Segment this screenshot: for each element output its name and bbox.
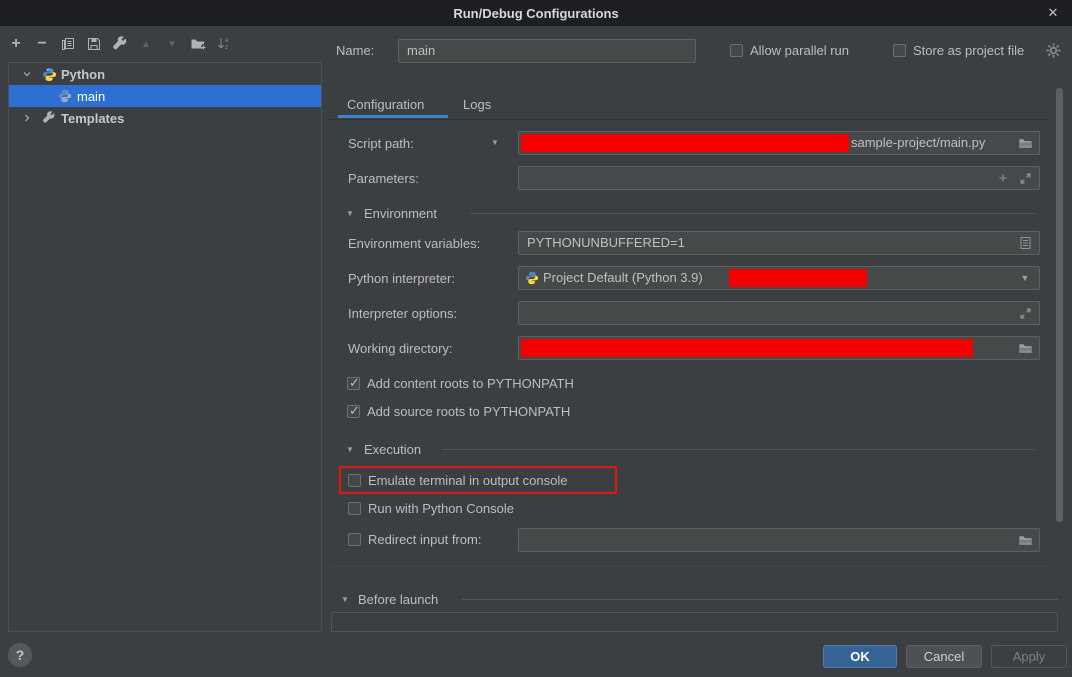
sort-configurations-icon[interactable]: az	[216, 36, 232, 52]
before-launch-task-list[interactable]	[331, 612, 1058, 632]
python-interpreter-select[interactable]: Project Default (Python 3.9) ▼	[518, 266, 1040, 290]
titlebar: Run/Debug Configurations ✕	[0, 0, 1072, 26]
add-content-roots-checkbox[interactable]: ✓	[347, 377, 360, 390]
emulate-terminal-label: Emulate terminal in output console	[368, 473, 567, 488]
name-input[interactable]: main	[398, 39, 696, 63]
redirect-input-checkbox[interactable]	[348, 533, 361, 546]
add-configuration-icon[interactable]: +	[8, 36, 24, 52]
python-interpreter-value: Project Default (Python 3.9)	[543, 270, 703, 285]
before-launch-collapse-icon[interactable]: ▼	[341, 595, 351, 605]
script-path-dropdown-icon[interactable]: ▼	[491, 138, 501, 148]
tree-item-templates[interactable]: Templates	[9, 107, 321, 129]
dialog-title: Run/Debug Configurations	[453, 6, 618, 21]
add-source-roots-checkbox[interactable]: ✓	[347, 405, 360, 418]
check-icon: ✓	[349, 403, 360, 419]
help-button[interactable]: ?	[8, 643, 32, 667]
environment-variables-input[interactable]: PYTHONUNBUFFERED=1	[518, 231, 1040, 255]
tabs-separator	[330, 119, 1048, 120]
run-debug-configurations-dialog: Run/Debug Configurations ✕ + − ▲ ▼ az	[0, 0, 1072, 677]
before-launch-section-line	[462, 599, 1058, 600]
add-macro-icon[interactable]: +	[995, 170, 1011, 186]
run-python-console-label: Run with Python Console	[368, 501, 514, 516]
check-icon: ✓	[349, 375, 360, 391]
before-launch-section-title: Before launch	[358, 592, 438, 607]
environment-section-title: Environment	[364, 206, 437, 221]
parameters-label: Parameters:	[348, 171, 419, 186]
chevron-down-icon[interactable]: ▼	[1017, 270, 1033, 286]
redaction-overlay	[729, 269, 867, 287]
python-icon	[525, 271, 539, 288]
redirect-input-file-input[interactable]	[518, 528, 1040, 552]
move-down-icon[interactable]: ▼	[164, 36, 180, 52]
python-interpreter-label: Python interpreter:	[348, 271, 455, 286]
interpreter-options-label: Interpreter options:	[348, 306, 457, 321]
cancel-button[interactable]: Cancel	[906, 645, 982, 668]
parameters-input[interactable]: +	[518, 166, 1040, 190]
add-source-roots-label: Add source roots to PYTHONPATH	[367, 404, 570, 419]
redaction-overlay	[521, 134, 849, 152]
environment-section-line	[470, 213, 1035, 214]
python-script-icon	[57, 88, 73, 104]
working-directory-input[interactable]	[518, 336, 1040, 360]
add-content-roots-label: Add content roots to PYTHONPATH	[367, 376, 574, 391]
tab-configuration[interactable]: Configuration	[347, 97, 424, 112]
python-icon	[41, 66, 57, 82]
chevron-right-icon[interactable]	[21, 112, 33, 124]
execution-section-line	[442, 449, 1035, 450]
tree-item-label: Templates	[61, 111, 124, 126]
save-configuration-icon[interactable]	[86, 36, 102, 52]
name-value: main	[407, 43, 435, 58]
name-label: Name:	[336, 43, 374, 58]
new-folder-icon[interactable]	[190, 36, 206, 52]
store-as-project-file-label: Store as project file	[913, 43, 1024, 58]
browse-folder-icon[interactable]	[1017, 340, 1033, 356]
interpreter-options-input[interactable]	[518, 301, 1040, 325]
remove-configuration-icon[interactable]: −	[34, 36, 50, 52]
move-up-icon[interactable]: ▲	[138, 36, 154, 52]
close-icon[interactable]: ✕	[1044, 4, 1062, 22]
emulate-terminal-checkbox[interactable]	[348, 474, 361, 487]
edit-templates-icon[interactable]	[112, 36, 128, 52]
svg-text:a: a	[225, 38, 229, 44]
redirect-input-label: Redirect input from:	[368, 532, 481, 547]
copy-configuration-icon[interactable]	[60, 36, 76, 52]
apply-button[interactable]: Apply	[991, 645, 1067, 668]
allow-parallel-run-checkbox[interactable]	[730, 44, 743, 57]
svg-text:z: z	[225, 45, 228, 51]
active-tab-indicator	[338, 115, 448, 118]
tab-logs[interactable]: Logs	[463, 97, 491, 112]
tree-item-label: Python	[61, 67, 105, 82]
scroll-area-divider	[330, 566, 1048, 567]
gear-icon[interactable]	[1046, 43, 1061, 61]
expand-field-icon[interactable]	[1017, 170, 1033, 186]
tree-item-label: main	[77, 89, 105, 104]
working-directory-label: Working directory:	[348, 341, 453, 356]
templates-wrench-icon	[41, 110, 57, 126]
tree-item-python[interactable]: Python	[9, 63, 321, 85]
environment-variables-label: Environment variables:	[348, 236, 480, 251]
edit-variables-icon[interactable]	[1017, 235, 1033, 251]
environment-variables-value: PYTHONUNBUFFERED=1	[527, 235, 685, 250]
vertical-scrollbar[interactable]	[1056, 88, 1063, 522]
script-path-label: Script path:	[348, 136, 414, 151]
configurations-tree: Python main Templates	[8, 62, 322, 632]
ok-button[interactable]: OK	[823, 645, 897, 668]
chevron-down-icon[interactable]	[21, 68, 33, 80]
script-path-input[interactable]: sample-project/main.py	[518, 131, 1040, 155]
script-path-value: sample-project/main.py	[851, 135, 985, 150]
execution-section-title: Execution	[364, 442, 421, 457]
browse-folder-icon[interactable]	[1017, 532, 1033, 548]
execution-collapse-icon[interactable]: ▼	[346, 445, 356, 455]
tree-item-main[interactable]: main	[9, 85, 321, 107]
allow-parallel-run-label: Allow parallel run	[750, 43, 849, 58]
browse-folder-icon[interactable]	[1017, 135, 1033, 151]
store-as-project-file-checkbox[interactable]	[893, 44, 906, 57]
environment-collapse-icon[interactable]: ▼	[346, 209, 356, 219]
configurations-toolbar: + − ▲ ▼ az	[8, 34, 232, 54]
redaction-overlay	[521, 339, 973, 357]
expand-field-icon[interactable]	[1017, 305, 1033, 321]
run-python-console-checkbox[interactable]	[348, 502, 361, 515]
